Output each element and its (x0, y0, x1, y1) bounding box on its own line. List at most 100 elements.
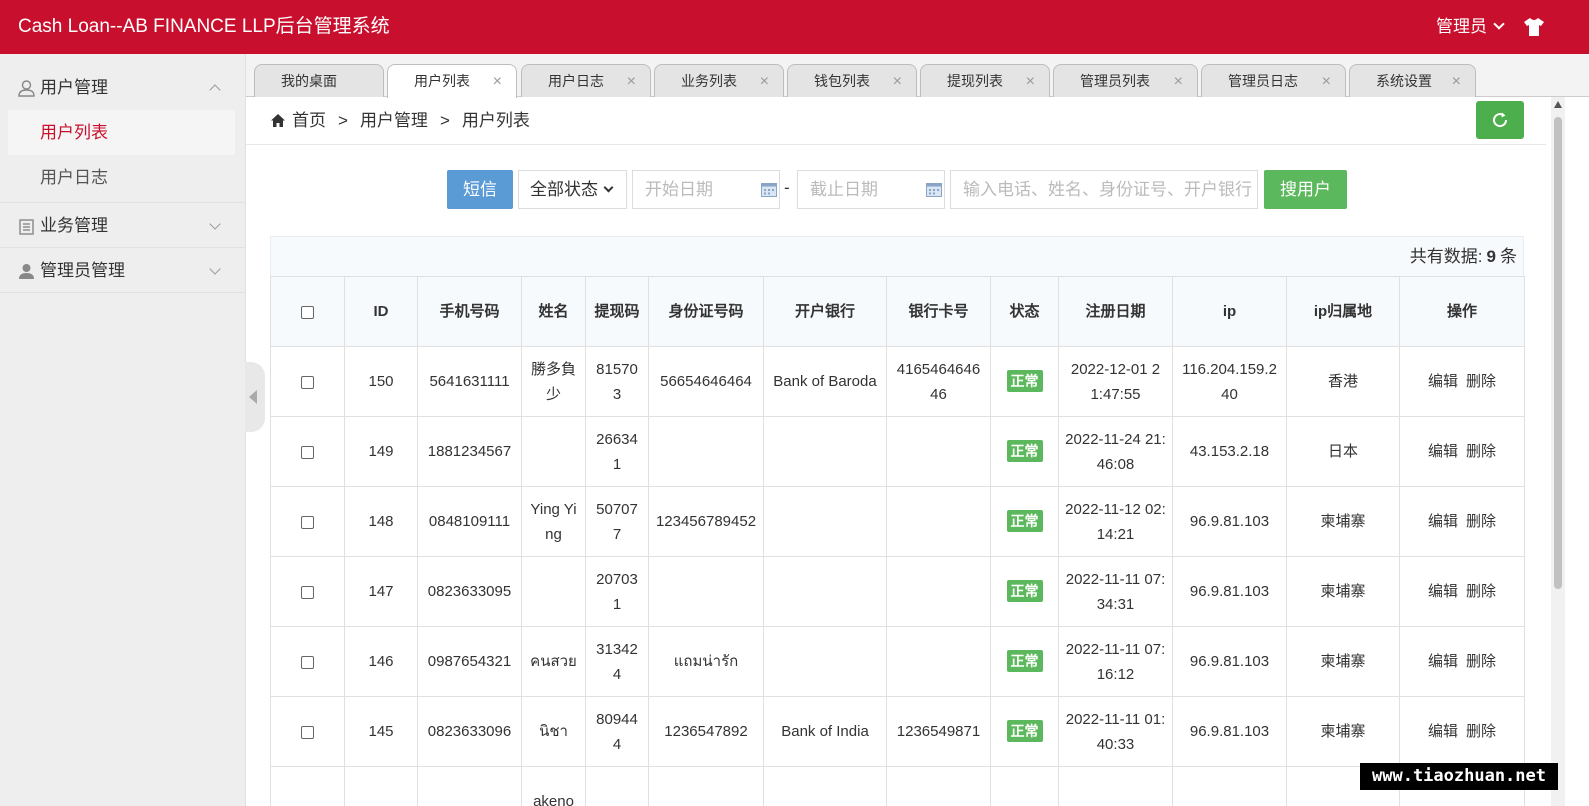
cell-phone (417, 766, 522, 806)
tab-admin-log[interactable]: 管理员日志 × (1201, 64, 1346, 97)
admin-menu[interactable]: 管理员 (1436, 0, 1505, 54)
row-checkbox[interactable] (301, 655, 314, 669)
keyword-placeholder: 输入电话、姓名、身份证号、开户银行 (963, 180, 1252, 199)
sidebar-item-user-log[interactable]: 用户日志 (8, 155, 235, 200)
delete-link[interactable]: 删除 (1466, 373, 1496, 390)
edit-link[interactable]: 编辑 (1428, 723, 1458, 740)
cell-idcard (648, 556, 764, 627)
tab-label: 我的桌面 (281, 73, 337, 89)
row-select-cell (270, 556, 345, 627)
row-checkbox[interactable] (301, 445, 314, 459)
breadcrumb-separator: > (439, 111, 450, 130)
cell-id: 147 (344, 556, 418, 627)
edit-link[interactable]: 编辑 (1428, 513, 1458, 530)
cell-status: 正常 (990, 626, 1059, 697)
start-date-input[interactable]: 开始日期 (632, 170, 780, 209)
tab-user-list[interactable]: 用户列表 × (387, 64, 517, 98)
cell-name (521, 416, 586, 487)
delete-link[interactable]: 删除 (1466, 723, 1496, 740)
cell-phone: 5641631111 (417, 346, 522, 417)
end-date-placeholder: 截止日期 (810, 180, 878, 199)
tab-my-desktop[interactable]: 我的桌面 (254, 64, 384, 97)
breadcrumb-home[interactable]: 首页 (292, 111, 326, 130)
row-checkbox[interactable] (301, 725, 314, 739)
edit-link[interactable]: 编辑 (1428, 443, 1458, 460)
close-icon[interactable]: × (1322, 65, 1331, 98)
edit-link[interactable]: 编辑 (1428, 653, 1458, 670)
cell-id: 148 (344, 486, 418, 557)
sms-button[interactable]: 短信 (447, 170, 513, 209)
row-checkbox[interactable] (301, 375, 314, 389)
cell-card: 1236549871 (886, 696, 991, 767)
cell-id (344, 766, 418, 806)
cell-ip: 43.153.2.18 (1172, 416, 1287, 487)
cell-name: นิชา (521, 696, 586, 767)
sidebar-group-business-management[interactable]: 业务管理 (0, 203, 245, 248)
breadcrumb-user-management[interactable]: 用户管理 (360, 111, 428, 130)
status-select-value: 全部状态 (530, 180, 598, 199)
scroll-up-arrow[interactable] (1554, 101, 1562, 108)
tab-label: 管理员日志 (1228, 73, 1298, 89)
refresh-button[interactable] (1476, 101, 1524, 139)
close-icon[interactable]: × (1174, 65, 1183, 98)
tab-system-settings[interactable]: 系统设置 × (1349, 64, 1476, 97)
end-date-input[interactable]: 截止日期 (797, 170, 945, 209)
document-icon (19, 219, 34, 235)
vertical-scrollbar[interactable] (1551, 97, 1565, 806)
cell-bank (763, 416, 887, 487)
cell-region: 柬埔寨 (1286, 556, 1400, 627)
keyword-search-input[interactable]: 输入电话、姓名、身份证号、开户银行 (950, 170, 1258, 209)
cell-status: 正常 (990, 556, 1059, 627)
column-header: 姓名 (521, 276, 586, 347)
sidebar-collapse-handle[interactable] (245, 362, 265, 432)
delete-link[interactable]: 删除 (1466, 513, 1496, 530)
column-header: ip归属地 (1286, 276, 1400, 347)
row-checkbox[interactable] (301, 515, 314, 529)
cell-region: 柬埔寨 (1286, 486, 1400, 557)
cell-actions: 编辑 删除 (1399, 556, 1525, 627)
breadcrumb: 首页 > 用户管理 > 用户列表 (246, 97, 1546, 145)
close-icon[interactable]: × (760, 65, 769, 98)
status-select[interactable]: 全部状态 (518, 170, 627, 209)
column-header: 提现码 (585, 276, 649, 347)
delete-link[interactable]: 删除 (1466, 443, 1496, 460)
cell-date: 2022-11-11 07:16:12 (1058, 626, 1173, 697)
cell-card (886, 626, 991, 697)
cell-code: 815703 (585, 346, 649, 417)
close-icon[interactable]: × (627, 65, 636, 98)
close-icon[interactable]: × (493, 65, 502, 98)
close-icon[interactable]: × (1026, 65, 1035, 98)
tab-withdraw-list[interactable]: 提现列表 × (920, 64, 1050, 97)
row-checkbox[interactable] (301, 585, 314, 599)
edit-link[interactable]: 编辑 (1428, 583, 1458, 600)
cell-name (521, 556, 586, 627)
sidebar-item-user-list[interactable]: 用户列表 (8, 110, 235, 155)
tab-bar: 我的桌面 用户列表 × 用户日志 × 业务列表 × 钱包列表 × 提现列表 × 管理员列表… (246, 54, 1589, 98)
tab-wallet-list[interactable]: 钱包列表 × (787, 64, 917, 97)
cell-card (886, 766, 991, 806)
cell-region: 柬埔寨 (1286, 696, 1400, 767)
sidebar-group-user-management[interactable]: 用户管理 (0, 65, 245, 110)
delete-link[interactable]: 删除 (1466, 583, 1496, 600)
cell-status: 正常 (990, 416, 1059, 487)
tab-user-log[interactable]: 用户日志 × (521, 64, 651, 97)
cell-status (990, 766, 1059, 806)
edit-link[interactable]: 编辑 (1428, 373, 1458, 390)
status-badge: 正常 (1006, 370, 1043, 392)
close-icon[interactable]: × (1452, 65, 1461, 98)
close-icon[interactable]: × (893, 65, 902, 98)
scrollbar-thumb[interactable] (1554, 117, 1562, 589)
table-row: 150 5641631111 勝多負少 815703 56654646464 Bank o… (270, 346, 1525, 417)
search-users-button[interactable]: 搜用户 (1264, 170, 1347, 209)
cell-card: 416546464646 (886, 346, 991, 417)
cell-idcard: 1236547892 (648, 696, 764, 767)
delete-link[interactable]: 删除 (1466, 653, 1496, 670)
shirt-icon[interactable] (1523, 17, 1545, 37)
sidebar-group-label: 业务管理 (40, 216, 108, 235)
cell-actions: 编辑 删除 (1399, 346, 1525, 417)
sidebar-group-admin-management[interactable]: 管理员管理 (0, 248, 245, 293)
tab-admin-list[interactable]: 管理员列表 × (1053, 64, 1198, 97)
select-all-checkbox[interactable] (301, 305, 314, 319)
tab-label: 业务列表 (681, 73, 737, 89)
tab-business-list[interactable]: 业务列表 × (654, 64, 784, 97)
